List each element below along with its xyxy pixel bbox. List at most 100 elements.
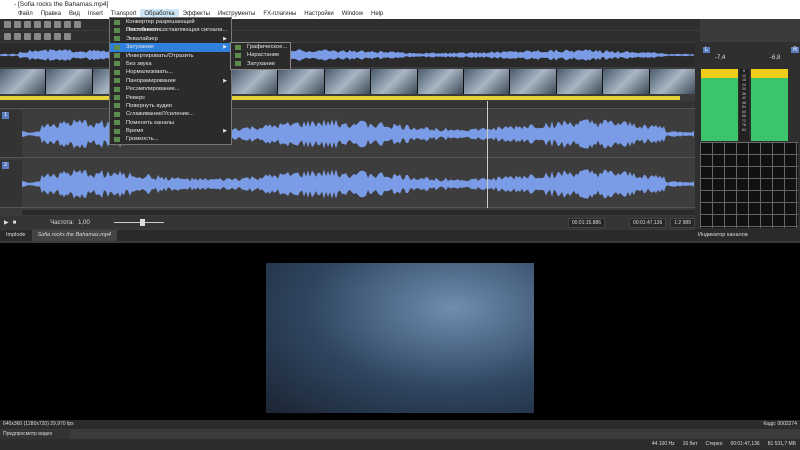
- save-as-icon[interactable]: [34, 21, 41, 28]
- horizontal-scrollbar[interactable]: [22, 210, 695, 215]
- rate-slider[interactable]: [113, 219, 164, 226]
- menu-item-label: Реверс: [126, 94, 146, 101]
- overview-waveform[interactable]: [0, 43, 695, 67]
- menu-item[interactable]: Конвертер разрешающей способности...: [110, 18, 231, 33]
- menu-item[interactable]: Нормализовать...: [110, 68, 231, 76]
- menu-item[interactable]: Реверс: [110, 94, 231, 102]
- paste-icon[interactable]: [74, 21, 81, 28]
- menu-item-label: Время: [126, 128, 144, 135]
- submenu-item[interactable]: Нарастание: [231, 51, 290, 59]
- menu-item[interactable]: Повернуть аудио: [110, 102, 231, 110]
- length-time[interactable]: 00:01:47,136: [629, 217, 667, 228]
- tab-bar: Implode Sofia rocks the Bahamas.mp4: [0, 230, 695, 241]
- stop-icon[interactable]: ■: [13, 220, 17, 226]
- menu-item[interactable]: Затухание ▶: [110, 43, 231, 52]
- menu-item[interactable]: Без звука: [110, 60, 231, 68]
- menu-1[interactable]: Правка: [37, 9, 65, 19]
- menu-item-icon: [114, 19, 120, 25]
- film-frame: [603, 69, 649, 94]
- channel-meter-title: Индикатор каналов: [695, 229, 800, 241]
- menu-item[interactable]: Сглаживание/Усиление...: [110, 110, 231, 118]
- menu-item[interactable]: Время ▶: [110, 127, 231, 135]
- submenu-arrow-icon: ▶: [223, 35, 227, 42]
- left-channel-label: L: [703, 47, 711, 53]
- film-frame: [0, 69, 46, 94]
- menu-item[interactable]: Эквалайзер ▶: [110, 35, 231, 43]
- menu-8[interactable]: FX-плагины: [259, 9, 300, 19]
- film-frame: [46, 69, 92, 94]
- menu-item[interactable]: Панорамирование ▶: [110, 77, 231, 85]
- menu-item-icon: [114, 95, 120, 101]
- menu-item-label: Сглаживание/Усиление...: [126, 111, 194, 118]
- menu-item-label: Затухание: [126, 44, 154, 51]
- cut-icon[interactable]: [54, 21, 61, 28]
- loop-icon[interactable]: [14, 33, 21, 40]
- menu-item-label: Панорамирование: [126, 77, 176, 84]
- film-frame: [649, 69, 696, 94]
- film-frame: [278, 69, 324, 94]
- rewind-icon[interactable]: [64, 33, 71, 40]
- phase-graph: [700, 142, 798, 228]
- status-field: 16 бит: [682, 441, 698, 447]
- cursor-time[interactable]: 00:01:15,886: [567, 217, 606, 228]
- save-icon[interactable]: [24, 21, 31, 28]
- rate-value: 1,00: [78, 219, 90, 226]
- fade-icon: [235, 52, 241, 58]
- preview-panel-tab[interactable]: Предпросмотр видео: [0, 430, 70, 439]
- menu-item-label: Поменять каналы: [126, 119, 175, 126]
- zoom-ratio[interactable]: 1:2 989: [670, 217, 695, 228]
- tab-explorer[interactable]: Implode: [0, 230, 32, 241]
- open-icon[interactable]: [14, 21, 21, 28]
- menu-3[interactable]: Insert: [84, 9, 107, 19]
- new-icon[interactable]: [4, 21, 11, 28]
- play-icon[interactable]: [24, 33, 31, 40]
- menu-item[interactable]: Ресэмплирование...: [110, 85, 231, 93]
- submenu-item[interactable]: Графическое...: [231, 43, 290, 51]
- pause-icon[interactable]: [34, 33, 41, 40]
- menu-item-icon: [114, 36, 120, 42]
- menu-item[interactable]: Инвертировать/Отразить: [110, 52, 231, 60]
- status-field: 00:01:47,136: [730, 441, 760, 447]
- prev-icon[interactable]: [54, 33, 61, 40]
- video-info: 640x360 (1280x720) 29,970 fps: [3, 421, 74, 427]
- rate-label: Частота:: [50, 219, 75, 226]
- render-icon[interactable]: [44, 21, 51, 28]
- menu-item[interactable]: Громкость...: [110, 135, 231, 143]
- menu-item[interactable]: Постоянная составляющая сигнала...: [110, 26, 231, 34]
- submenu-item[interactable]: Затухание: [231, 60, 290, 68]
- menu-item[interactable]: Поменять каналы: [110, 119, 231, 127]
- submenu-item-label: Графическое...: [247, 44, 288, 50]
- video-filmstrip[interactable]: [0, 69, 696, 94]
- overview-wave-path: [0, 49, 694, 61]
- track-1[interactable]: 1: [0, 110, 695, 158]
- menu-2[interactable]: Вид: [65, 9, 84, 19]
- play-icon[interactable]: ▶: [4, 219, 9, 226]
- tab-file[interactable]: Sofia rocks the Bahamas.mp4: [31, 230, 117, 241]
- menu-item-icon: [114, 69, 120, 75]
- menu-item-label: Повернуть аудио: [126, 102, 172, 109]
- menu-11[interactable]: Help: [367, 9, 387, 19]
- film-frame: [417, 69, 464, 94]
- menu-0[interactable]: Файл: [14, 9, 37, 19]
- stop-icon[interactable]: [44, 33, 51, 40]
- process-menu: Конвертер разрешающей способности... Пост…: [109, 17, 232, 145]
- menu-9[interactable]: Настройки: [300, 9, 337, 19]
- menu-10[interactable]: Window: [338, 9, 367, 19]
- track-number: 2: [2, 162, 9, 169]
- menu-item-icon: [114, 120, 120, 126]
- track-2[interactable]: 2: [0, 160, 695, 208]
- menu-item-icon: [114, 103, 120, 109]
- copy-icon[interactable]: [64, 21, 71, 28]
- menu-item-icon: [114, 61, 120, 67]
- record-icon[interactable]: [4, 33, 11, 40]
- transport-toolbar: [0, 31, 700, 42]
- fade-icon: [235, 61, 241, 67]
- video-frame: [266, 263, 534, 413]
- menu-item-label: Инвертировать/Отразить: [126, 52, 194, 59]
- time-ruler[interactable]: [0, 101, 695, 109]
- frame-number: Кадр: 0002274: [763, 421, 797, 427]
- selection-bar[interactable]: [0, 96, 680, 100]
- film-frame: [371, 69, 417, 94]
- menu-item-icon: [114, 136, 120, 142]
- right-peak: -6,8: [770, 55, 781, 61]
